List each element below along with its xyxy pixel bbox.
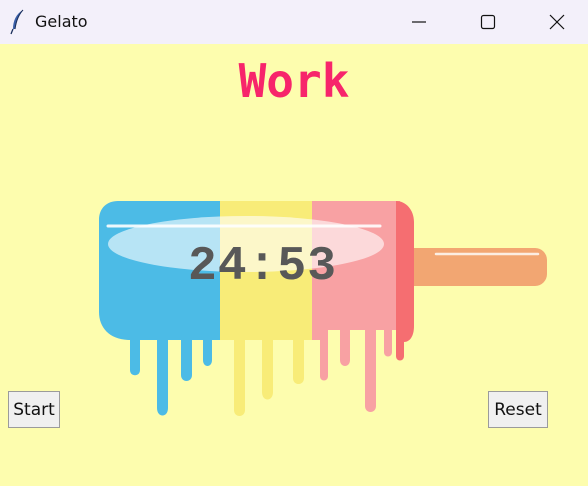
- start-button[interactable]: Start: [8, 391, 60, 428]
- app-window: Gelato Work 24:53 Start Reset: [0, 0, 588, 486]
- reset-button[interactable]: Reset: [488, 391, 548, 428]
- timer-display: 24:53: [187, 240, 338, 294]
